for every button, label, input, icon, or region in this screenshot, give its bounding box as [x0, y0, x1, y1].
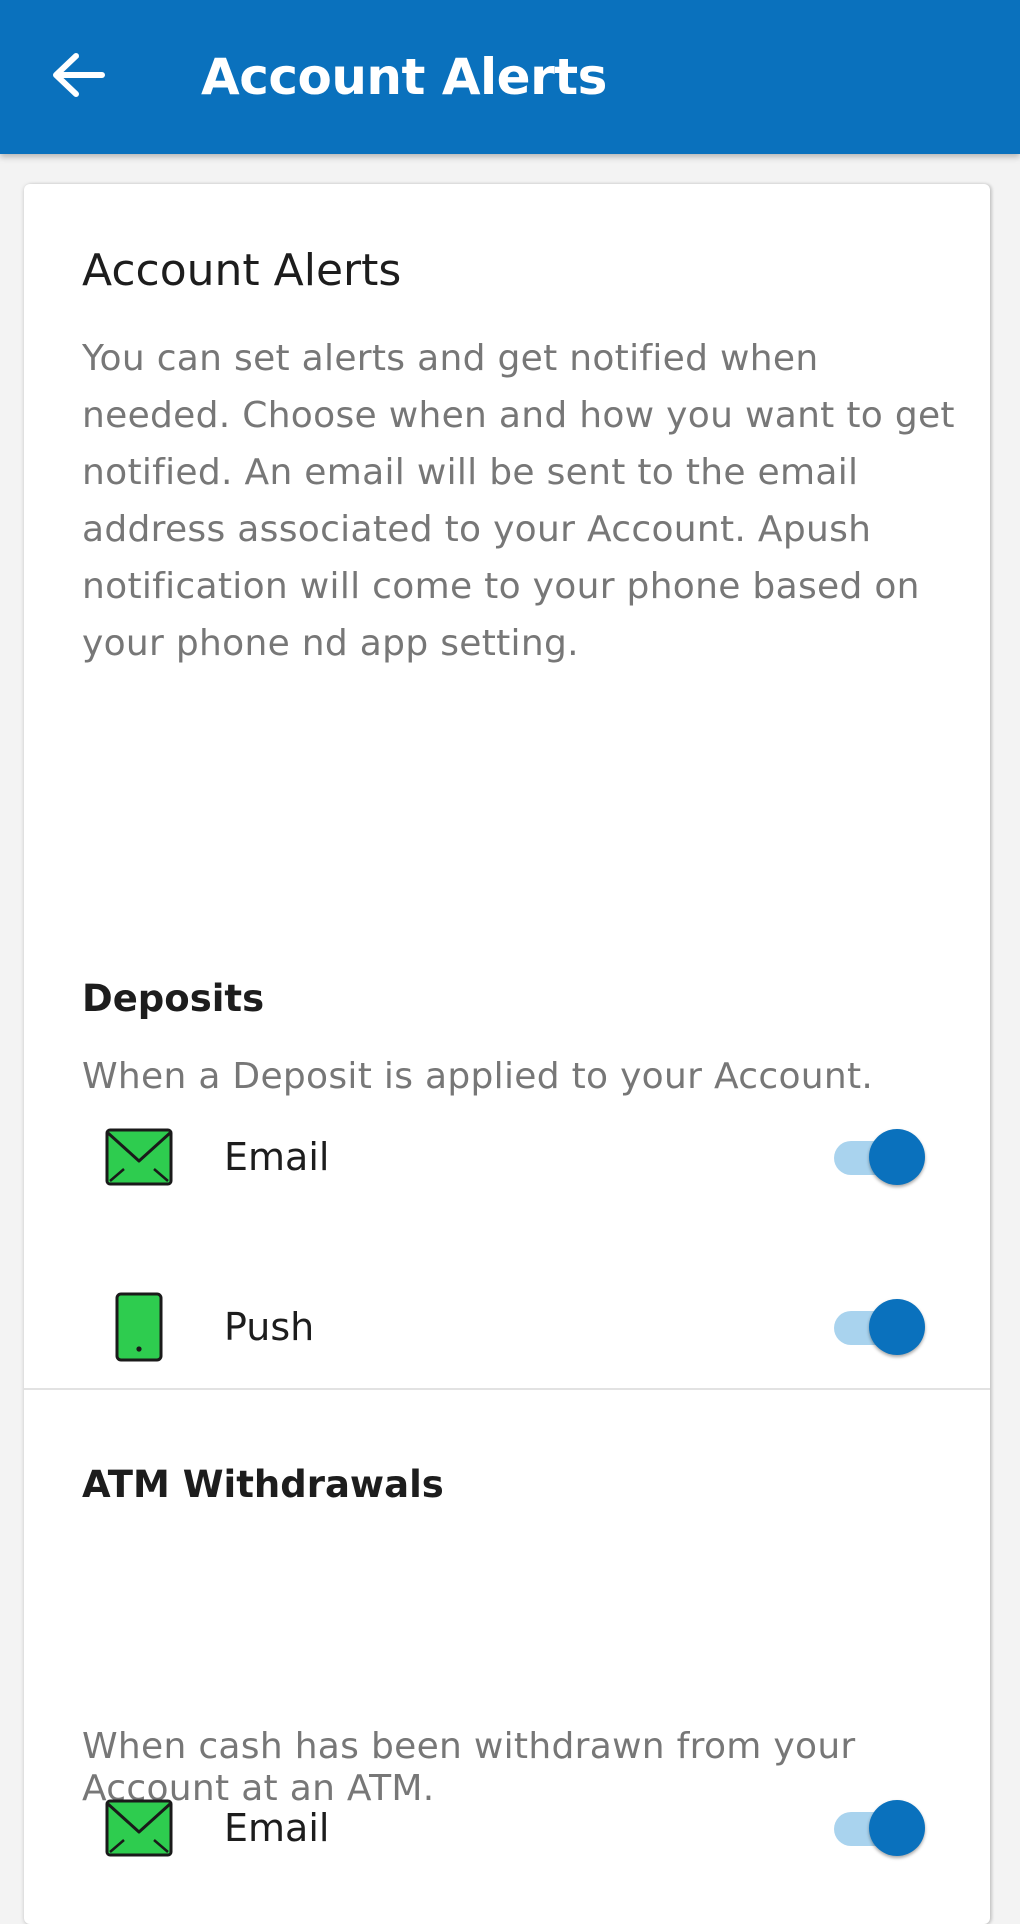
- option-label-push: Push: [224, 1305, 315, 1349]
- toggle-thumb: [869, 1800, 925, 1856]
- page-title: Account Alerts: [201, 48, 607, 106]
- alerts-card: Account Alerts You can set alerts and ge…: [24, 184, 990, 1924]
- section-title-deposits: Deposits: [82, 977, 265, 1020]
- deposits-email-toggle[interactable]: [832, 1127, 925, 1187]
- section-divider: [24, 1388, 990, 1390]
- back-button[interactable]: [40, 35, 116, 119]
- toggle-thumb: [869, 1299, 925, 1355]
- toggle-thumb: [869, 1129, 925, 1185]
- arrow-left-icon: [50, 50, 106, 104]
- email-envelope-icon: [104, 1796, 174, 1860]
- app-bar: Account Alerts: [0, 0, 1020, 154]
- card-title: Account Alerts: [82, 245, 402, 296]
- atm-email-row: Email: [24, 1773, 990, 1883]
- atm-email-toggle[interactable]: [832, 1798, 925, 1858]
- option-label-email: Email: [224, 1806, 330, 1850]
- deposits-push-toggle[interactable]: [832, 1297, 925, 1357]
- card-description: You can set alerts and get notified when…: [82, 338, 955, 664]
- deposits-email-row: Email: [24, 1102, 990, 1212]
- deposits-push-row: Push: [24, 1272, 990, 1382]
- phone-icon: [104, 1292, 174, 1362]
- option-label-email: Email: [224, 1135, 330, 1179]
- email-envelope-icon: [104, 1125, 174, 1189]
- section-description-deposits: When a Deposit is applied to your Accoun…: [82, 1056, 874, 1097]
- section-title-atm-withdrawals: ATM Withdrawals: [82, 1463, 444, 1506]
